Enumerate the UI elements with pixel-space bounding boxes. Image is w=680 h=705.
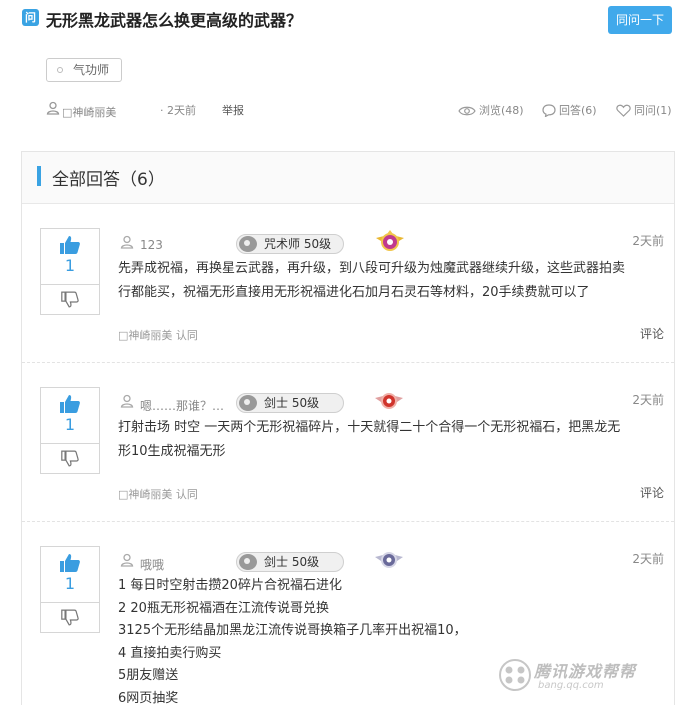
answers-header: 全部回答（6） [22, 152, 674, 204]
answer-line: 行都能买，祝福无形直接用无形祝福进化石加月石灵石等材料，20手续费就可以了 [118, 285, 590, 300]
question-badge: 问 [22, 9, 39, 26]
watermark: 腾讯游戏帮帮 bang.qq.com [498, 656, 678, 696]
watermark-url: bang.qq.com [538, 680, 604, 691]
upvote-button[interactable]: 1 [41, 229, 99, 285]
answer-line: 1 每日时空射击攒20碎片合祝福石进化 [118, 578, 342, 593]
vote-box: 1 [40, 387, 100, 474]
chat-bubble-icon [542, 104, 556, 118]
user-icon [46, 101, 60, 115]
agree-text[interactable]: □神崎丽美 认同 [118, 486, 198, 502]
downvote-button[interactable] [41, 603, 99, 633]
user-icon [120, 394, 134, 408]
tag-label: 气功师 [73, 63, 110, 77]
thumbs-down-icon [61, 450, 79, 467]
upvote-button[interactable]: 1 [41, 388, 99, 444]
level-badge: 剑士 50级 [236, 552, 344, 572]
agree-text[interactable]: □神崎丽美 认同 [118, 327, 198, 343]
level-badge: 咒术师 50级 [236, 234, 344, 254]
question-header: 问 无形黑龙武器怎么换更高级的武器？ 同问一下 [22, 6, 672, 34]
heart-icon [616, 104, 631, 117]
user-icon [120, 235, 134, 249]
thumbs-down-icon [61, 609, 79, 626]
answer-time: 2天前 [632, 552, 664, 566]
gamepad-logo-icon [499, 659, 531, 691]
answers-count: 回答(6) [559, 104, 597, 117]
user-icon [120, 553, 134, 567]
question-meta: □神崎丽美 · 2天前 举报 浏览(48) 回答(6) 同问(1) [46, 100, 676, 120]
answer-time: 2天前 [632, 234, 664, 248]
thumbs-up-icon [60, 554, 80, 572]
level-disc-icon [239, 395, 257, 411]
comment-link[interactable]: 评论 [640, 484, 664, 501]
views-count: 浏览(48) [479, 104, 524, 117]
level-badge: 剑士 50级 [236, 393, 344, 413]
asker-name[interactable]: □神崎丽美 [62, 104, 116, 120]
level-label: 咒术师 50级 [264, 237, 332, 251]
question-title: 无形黑龙武器怎么换更高级的武器？ [46, 11, 303, 30]
answers-stat[interactable]: 回答(6) [542, 102, 597, 118]
same-question-count: 同问(1) [634, 104, 672, 117]
answer-line: 形10生成祝福无形 [118, 444, 226, 459]
thumbs-up-icon [60, 236, 80, 254]
question-time: · 2天前 [160, 104, 196, 117]
vote-count: 1 [64, 574, 76, 593]
level-disc-icon [239, 236, 257, 252]
answers-section: 全部回答（6） 1 123 咒术师 50级 2天前 先弄成祝福，再换星云武器，再… [21, 151, 675, 705]
vote-count: 1 [64, 415, 76, 434]
answer-text: 打射击场 时空 一天两个无形祝福碎片，十天就得二十个合得一个无形祝福石，把黑龙无… [118, 416, 668, 464]
same-question-button[interactable]: 同问一下 [608, 6, 672, 34]
level-disc-icon [239, 554, 257, 570]
tag-icon [57, 67, 63, 73]
watermark-text: 腾讯游戏帮帮 [534, 662, 637, 681]
answer-user[interactable]: 嗯……那谁？… [140, 397, 224, 414]
vote-count: 1 [64, 256, 76, 275]
upvote-button[interactable]: 1 [41, 547, 99, 603]
medal-icon [375, 393, 403, 409]
answers-title: 全部回答（6） [52, 170, 165, 190]
answer-item: 1 嗯……那谁？… 剑士 50级 2天前 打射击场 时空 一天两个无形祝福碎片，… [22, 364, 674, 522]
thumbs-down-icon [61, 291, 79, 308]
vote-box: 1 [40, 546, 100, 633]
answer-line: 2 20瓶无形祝福酒在江流传说哥兑换 [118, 600, 329, 616]
thumbs-up-icon [60, 395, 80, 413]
answer-user[interactable]: 123 [140, 238, 163, 252]
same-question-stat[interactable]: 同问(1) [616, 102, 672, 118]
eye-icon [458, 106, 476, 116]
downvote-button[interactable] [41, 285, 99, 315]
tag-qigongshi[interactable]: 气功师 [46, 58, 123, 82]
answer-line: 3125个无形结晶加黑龙江流传说哥换箱子几率开出祝福10， [118, 623, 467, 638]
answer-time: 2天前 [632, 393, 664, 407]
downvote-button[interactable] [41, 444, 99, 474]
answer-text: 先弄成祝福，再换星云武器，再升级，到八段可升级为烛魔武器继续升级，这些武器拍卖 … [118, 257, 668, 305]
section-accent-bar [37, 166, 41, 186]
level-label: 剑士 50级 [264, 396, 320, 410]
answer-line: 打射击场 时空 一天两个无形祝福碎片，十天就得二十个合得一个无形祝福石，把黑龙无 [118, 420, 621, 435]
level-label: 剑士 50级 [264, 555, 320, 569]
comment-link[interactable]: 评论 [640, 325, 664, 342]
medal-icon [375, 552, 403, 568]
views-stat: 浏览(48) [458, 102, 524, 118]
report-link[interactable]: 举报 [222, 102, 244, 118]
vote-box: 1 [40, 228, 100, 315]
medal-icon [376, 230, 404, 251]
answer-user[interactable]: 哦哦 [140, 556, 164, 573]
answer-item: 1 123 咒术师 50级 2天前 先弄成祝福，再换星云武器，再升级，到八段可升… [22, 205, 674, 363]
answer-line: 先弄成祝福，再换星云武器，再升级，到八段可升级为烛魔武器继续升级，这些武器拍卖 [118, 261, 626, 276]
